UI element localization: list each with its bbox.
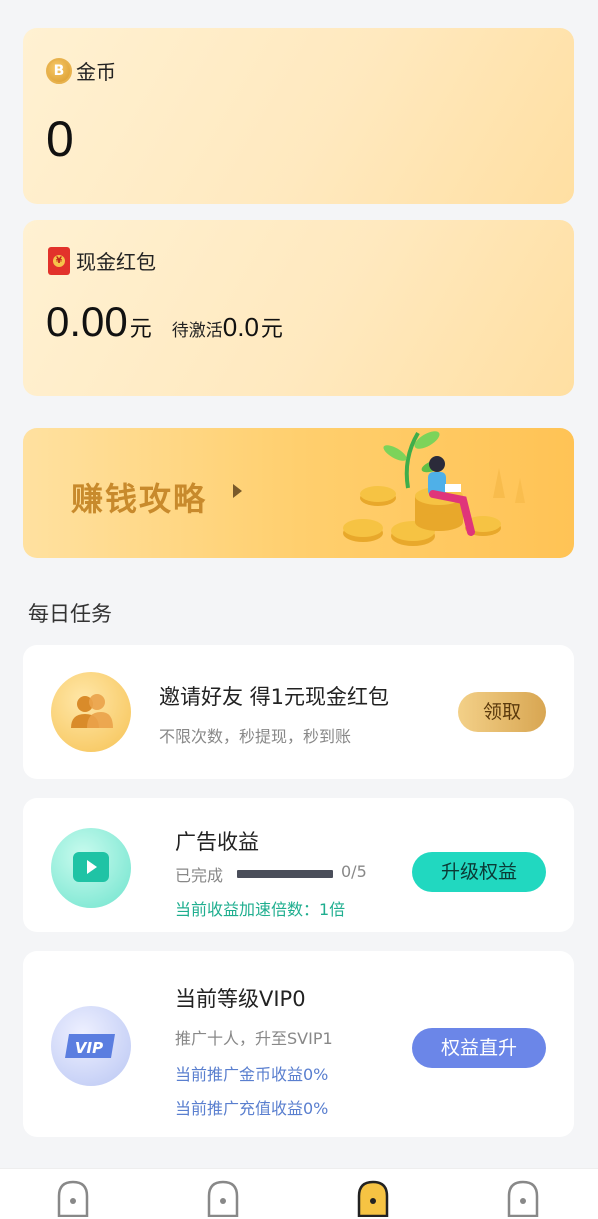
tab-1[interactable] — [56, 1179, 90, 1218]
tab-icon — [57, 1180, 89, 1218]
vip-recharge-income: 当前推广充值收益0% — [175, 1099, 329, 1118]
cash-unit: 元 — [129, 317, 152, 342]
pending-value: 0.0 — [222, 312, 259, 342]
invite-task-title: 邀请好友 得1元现金红包 — [159, 685, 390, 709]
ad-revenue-task-card: 广告收益 已完成 0/5 当前收益加速倍数：1倍 升级权益 — [23, 798, 574, 932]
banner-illustration — [343, 431, 525, 546]
red-packet-icon — [48, 246, 70, 275]
coin-card[interactable] — [23, 28, 574, 204]
coin-balance: 0 — [46, 111, 74, 167]
vip-coin-income: 当前推广金币收益0% — [175, 1065, 329, 1084]
coin-icon: B — [46, 57, 72, 84]
cash-title-text: 现金红包 — [76, 250, 156, 274]
earning-strategy-banner[interactable]: 赚钱攻略 — [23, 428, 574, 558]
invite-task-card: 邀请好友 得1元现金红包 不限次数，秒提现，秒到账 领取 — [23, 645, 574, 779]
tab-4[interactable] — [506, 1179, 540, 1218]
tab-3-active[interactable] — [356, 1179, 390, 1218]
tab-icon — [507, 1180, 539, 1218]
pending-label: 待激活 — [171, 321, 223, 341]
ad-done-label: 已完成 — [175, 866, 224, 885]
pending-unit: 元 — [260, 317, 283, 342]
invite-task-subtitle: 不限次数，秒提现，秒到账 — [159, 727, 352, 746]
ad-multiplier-text: 当前收益加速倍数：1倍 — [175, 900, 346, 919]
coin-card-title: B 金币 — [46, 56, 116, 85]
vip-level-title: 当前等级VIP0 — [175, 987, 306, 1011]
svg-text:VIP: VIP — [75, 1039, 103, 1057]
tab-icon-active — [357, 1180, 389, 1218]
video-play-icon — [51, 828, 131, 908]
cash-card-title: 现金红包 — [48, 246, 156, 275]
vip-badge-icon: VIP — [51, 1006, 131, 1086]
daily-tasks-title: 每日任务 — [28, 602, 112, 626]
bottom-tab-bar — [0, 1168, 598, 1219]
ad-revenue-title: 广告收益 — [175, 830, 259, 854]
invite-friends-icon — [51, 672, 131, 752]
coin-title-text: 金币 — [76, 60, 116, 84]
ad-progress-text: 0/5 — [341, 862, 367, 881]
cash-amount: 0.00 — [46, 298, 128, 345]
tab-2[interactable] — [206, 1179, 240, 1218]
ad-progress-bar — [237, 870, 333, 878]
vip-upgrade-hint: 推广十人，升至SVIP1 — [175, 1029, 333, 1048]
earnings-page: B 金币 0 现金红包 0.00 元 待激活 0.0 元 赚钱攻略 — [0, 0, 598, 1219]
tab-icon — [207, 1180, 239, 1218]
cash-balance-row: 0.00 元 待激活 0.0 元 — [46, 298, 283, 346]
claim-button[interactable]: 领取 — [458, 692, 546, 732]
rights-upgrade-button[interactable]: 权益直升 — [412, 1028, 546, 1068]
vip-level-card: VIP 当前等级VIP0 推广十人，升至SVIP1 当前推广金币收益0% 当前推… — [23, 951, 574, 1137]
upgrade-rights-button[interactable]: 升级权益 — [412, 852, 546, 892]
